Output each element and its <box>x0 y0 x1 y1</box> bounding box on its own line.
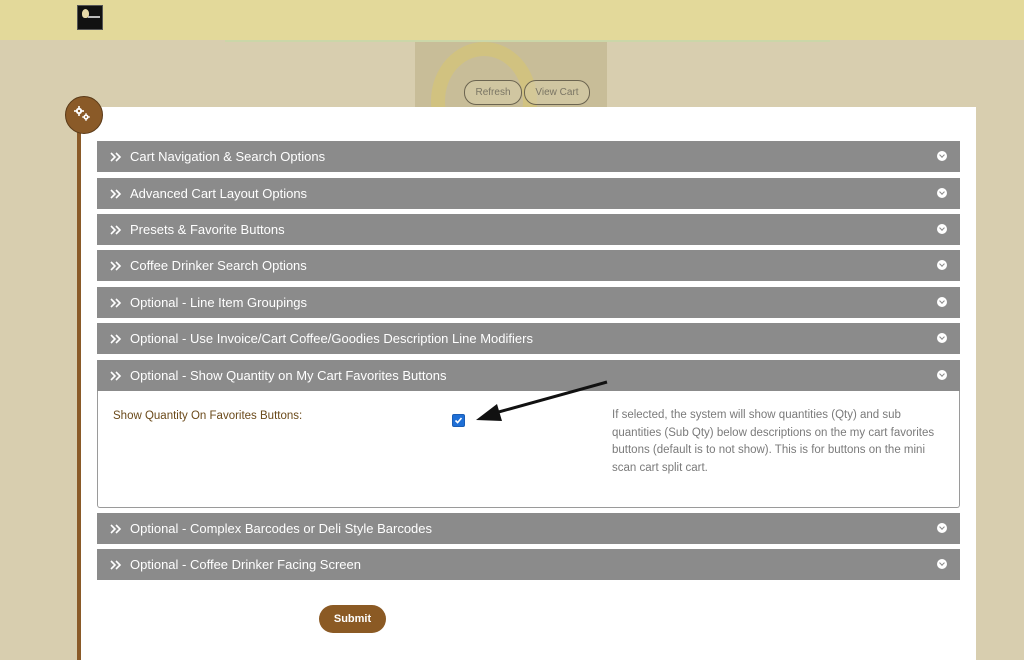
accordion-title: Optional - Show Quantity on My Cart Favo… <box>130 368 447 383</box>
accordion-header[interactable]: Optional - Show Quantity on My Cart Favo… <box>97 360 960 391</box>
accordion-header[interactable]: Coffee Drinker Search Options <box>97 250 960 281</box>
chevron-down-circle-icon[interactable] <box>937 260 947 270</box>
accordion-section-cart-navigation: Cart Navigation & Search Options <box>97 141 960 172</box>
double-chevron-right-icon <box>110 260 122 271</box>
accordion-title: Coffee Drinker Search Options <box>130 258 307 273</box>
chevron-up-circle-icon[interactable] <box>937 370 947 380</box>
accordion-section-coffee-drinker-search: Coffee Drinker Search Options <box>97 250 960 281</box>
chevron-down-circle-icon[interactable] <box>937 151 947 161</box>
double-chevron-right-icon <box>110 559 122 570</box>
top-bar <box>0 0 1024 40</box>
view-cart-button[interactable]: View Cart <box>524 80 590 105</box>
accordion-title: Optional - Use Invoice/Cart Coffee/Goodi… <box>130 331 533 346</box>
accordion-header[interactable]: Optional - Coffee Drinker Facing Screen <box>97 549 960 580</box>
accordion-header[interactable]: Presets & Favorite Buttons <box>97 214 960 245</box>
accordion-header[interactable]: Optional - Complex Barcodes or Deli Styl… <box>97 513 960 544</box>
accordion-header[interactable]: Cart Navigation & Search Options <box>97 141 960 172</box>
double-chevron-right-icon <box>110 333 122 344</box>
settings-panel: Cart Navigation & Search Options Advance… <box>81 107 976 660</box>
accordion-title: Optional - Line Item Groupings <box>130 295 308 310</box>
accordion-header[interactable]: Advanced Cart Layout Options <box>97 178 960 209</box>
double-chevron-right-icon <box>110 297 122 308</box>
chevron-down-circle-icon[interactable] <box>937 224 947 234</box>
accordion-section-presets: Presets & Favorite Buttons <box>97 214 960 245</box>
double-chevron-right-icon <box>110 370 122 381</box>
chevron-down-circle-icon[interactable] <box>937 188 947 198</box>
refresh-button[interactable]: Refresh <box>464 80 522 105</box>
accordion-section-advanced-layout: Advanced Cart Layout Options <box>97 178 960 209</box>
accordion-section-complex-barcodes: Optional - Complex Barcodes or Deli Styl… <box>97 513 960 544</box>
accordion-body: Show Quantity On Favorites Buttons: If s… <box>97 391 960 508</box>
submit-button[interactable]: Submit <box>319 605 386 633</box>
accordion-title: Optional - Complex Barcodes or Deli Styl… <box>130 521 433 536</box>
double-chevron-right-icon <box>110 224 122 235</box>
gears-icon <box>74 106 90 121</box>
accordion-title: Cart Navigation & Search Options <box>130 149 326 164</box>
chevron-down-circle-icon[interactable] <box>937 559 947 569</box>
accordion-header[interactable]: Optional - Use Invoice/Cart Coffee/Goodi… <box>97 323 960 354</box>
chevron-down-circle-icon[interactable] <box>937 523 947 533</box>
logo-text <box>88 16 100 18</box>
accordion-title: Advanced Cart Layout Options <box>130 186 308 201</box>
chevron-down-circle-icon[interactable] <box>937 297 947 307</box>
checkmark-icon <box>454 417 463 424</box>
double-chevron-right-icon <box>110 151 122 162</box>
hero-banner: Refresh View Cart <box>415 42 607 108</box>
show-quantity-label: Show Quantity On Favorites Buttons: <box>113 410 303 422</box>
help-text: If selected, the system will show quanti… <box>612 409 935 474</box>
accordion-title: Optional - Coffee Drinker Facing Screen <box>130 557 361 572</box>
accordion-section-description-modifiers: Optional - Use Invoice/Cart Coffee/Goodi… <box>97 323 960 354</box>
settings-badge <box>65 96 103 134</box>
chevron-down-circle-icon[interactable] <box>937 333 947 343</box>
double-chevron-right-icon <box>110 188 122 199</box>
accordion-section-line-item-groupings: Optional - Line Item Groupings <box>97 287 960 318</box>
store-logo[interactable] <box>77 5 103 30</box>
show-quantity-checkbox[interactable] <box>452 414 465 427</box>
accordion-title: Presets & Favorite Buttons <box>130 222 285 237</box>
accordion-header[interactable]: Optional - Line Item Groupings <box>97 287 960 318</box>
accordion-section-show-quantity: Optional - Show Quantity on My Cart Favo… <box>97 360 960 508</box>
double-chevron-right-icon <box>110 523 122 534</box>
accordion-section-facing-screen: Optional - Coffee Drinker Facing Screen <box>97 549 960 580</box>
